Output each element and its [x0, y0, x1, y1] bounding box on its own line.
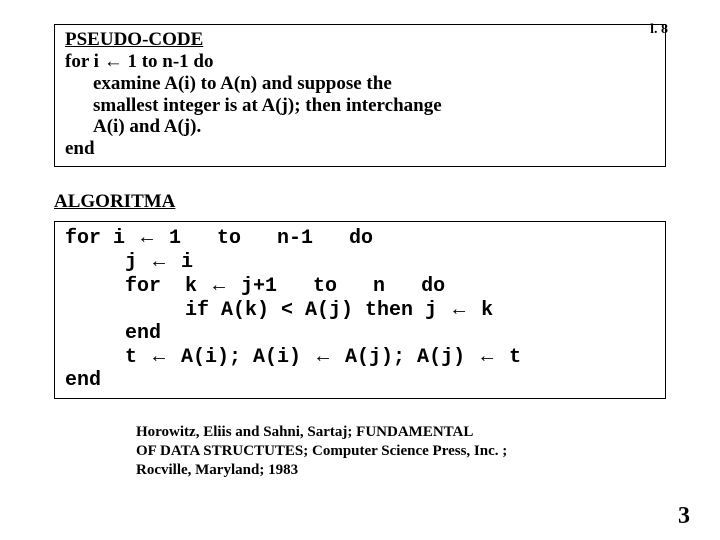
algoritma-line-4: if A(k) < A(j) then j ← k [65, 298, 655, 322]
text: k [469, 299, 493, 322]
pseudocode-line-3: smallest integer is at A(j); then interc… [65, 95, 655, 117]
algoritma-line-3: for k ← j+1 to n do [65, 274, 655, 298]
text: t [65, 346, 149, 369]
algoritma-line-7: end [65, 369, 655, 392]
left-arrow-icon: ← [477, 345, 497, 367]
pseudocode-box: PSEUDO-CODE for i ← 1 to n-1 do examine … [54, 24, 666, 167]
left-arrow-icon: ← [449, 298, 469, 320]
algoritma-title: ALGORITMA [54, 191, 666, 213]
pseudocode-line-1: for i ← 1 to n-1 do [65, 51, 655, 73]
text: j+1 to n do [229, 275, 445, 298]
page-header-mark: l. 8 [650, 22, 668, 38]
text: if A(k) < A(j) then j [65, 299, 449, 322]
text: for k [65, 275, 209, 298]
text: 1 to n-1 do [157, 227, 373, 250]
left-arrow-icon: ← [149, 345, 169, 367]
page-number: 3 [678, 503, 690, 530]
text: t [497, 346, 521, 369]
text: for i [65, 227, 137, 250]
left-arrow-icon: ← [137, 226, 157, 248]
text: i [169, 251, 193, 274]
citation-line-2: OF DATA STRUCTUTES; Computer Science Pre… [136, 442, 606, 461]
left-arrow-icon: ← [209, 274, 229, 296]
algoritma-line-1: for i ← 1 to n-1 do [65, 226, 655, 250]
citation-line-1: Horowitz, Eliis and Sahni, Sartaj; FUNDA… [136, 423, 606, 442]
left-arrow-icon: ← [149, 250, 169, 272]
text: j [65, 251, 149, 274]
pseudocode-line-5: end [65, 138, 655, 160]
text: for i [65, 51, 104, 72]
text: A(j); A(j) [333, 346, 477, 369]
algoritma-line-5: end [65, 322, 655, 345]
algoritma-line-6: t ← A(i); A(i) ← A(j); A(j) ← t [65, 345, 655, 369]
citation-line-3: Rocville, Maryland; 1983 [136, 461, 606, 480]
left-arrow-icon: ← [104, 51, 123, 72]
citation: Horowitz, Eliis and Sahni, Sartaj; FUNDA… [136, 423, 606, 479]
algoritma-line-2: j ← i [65, 250, 655, 274]
pseudocode-line-4: A(i) and A(j). [65, 116, 655, 138]
text: A(i); A(i) [169, 346, 313, 369]
left-arrow-icon: ← [313, 345, 333, 367]
algoritma-box: for i ← 1 to n-1 do j ← i for k ← j+1 to… [54, 221, 666, 399]
slide-content: PSEUDO-CODE for i ← 1 to n-1 do examine … [0, 0, 720, 479]
text: 1 to n-1 do [123, 51, 214, 72]
pseudocode-line-2: examine A(i) to A(n) and suppose the [65, 73, 655, 95]
pseudocode-title: PSEUDO-CODE [65, 29, 655, 51]
